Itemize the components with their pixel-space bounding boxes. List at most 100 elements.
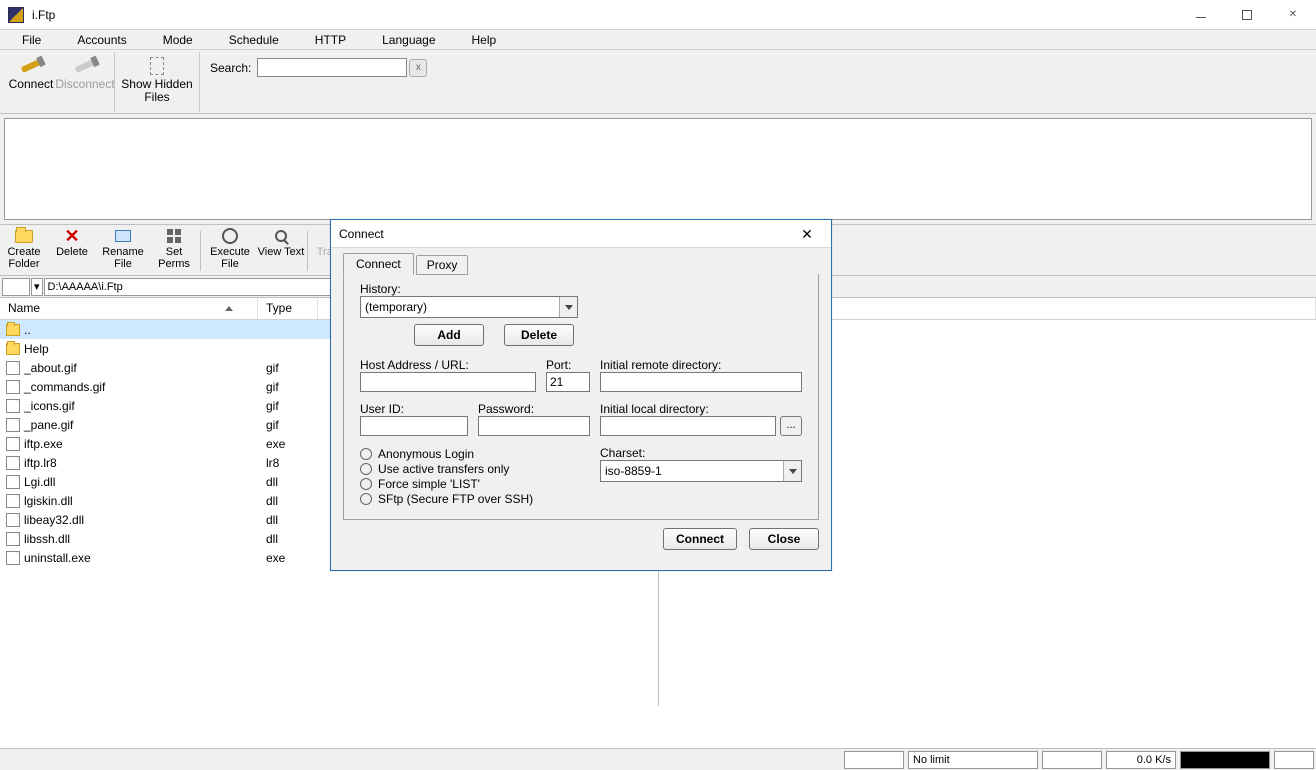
- file-icon: [6, 513, 20, 527]
- log-textarea[interactable]: [4, 118, 1312, 220]
- rename-button[interactable]: Rename File: [96, 227, 150, 275]
- file-icon: [6, 437, 20, 451]
- main-toolbar: Connect Disconnect Show Hidden Files Sea…: [0, 50, 1316, 114]
- search-input[interactable]: [257, 58, 407, 77]
- dialog-title: Connect: [339, 227, 791, 241]
- minimize-button[interactable]: [1178, 0, 1224, 30]
- col-name[interactable]: Name: [0, 298, 258, 319]
- menu-help[interactable]: Help: [454, 31, 515, 49]
- user-label: User ID:: [360, 402, 468, 416]
- password-input[interactable]: [478, 416, 590, 436]
- remote-dir-input[interactable]: [600, 372, 802, 392]
- menu-language[interactable]: Language: [364, 31, 453, 49]
- port-input[interactable]: [546, 372, 590, 392]
- local-dir-input[interactable]: [600, 416, 776, 436]
- status-bar: No limit 0.0 K/s: [0, 748, 1316, 770]
- file-type: dll: [258, 532, 318, 546]
- disconnect-icon: [73, 56, 97, 76]
- window-title: i.Ftp: [32, 8, 1178, 22]
- menu-file[interactable]: File: [4, 31, 59, 49]
- password-label: Password:: [478, 402, 590, 416]
- browse-button[interactable]: ...: [780, 416, 802, 436]
- log-panel: [0, 114, 1316, 224]
- local-dir-label: Initial local directory:: [600, 402, 802, 416]
- set-perms-button[interactable]: Set Perms: [150, 227, 198, 275]
- file-icon: [6, 418, 20, 432]
- file-name: _icons.gif: [24, 399, 75, 413]
- show-hidden-button[interactable]: Show Hidden Files: [117, 52, 197, 108]
- rename-icon: [114, 227, 132, 245]
- perms-icon: [165, 227, 183, 245]
- file-name: _pane.gif: [24, 418, 73, 432]
- sftp-checkbox[interactable]: SFtp (Secure FTP over SSH): [360, 492, 590, 506]
- host-input[interactable]: [360, 372, 536, 392]
- menu-schedule[interactable]: Schedule: [211, 31, 297, 49]
- folder-icon: [6, 343, 20, 355]
- status-cell: [1042, 751, 1102, 769]
- file-type: dll: [258, 475, 318, 489]
- user-input[interactable]: [360, 416, 468, 436]
- file-type: dll: [258, 494, 318, 508]
- file-icon: [6, 361, 20, 375]
- force-list-checkbox[interactable]: Force simple 'LIST': [360, 477, 590, 491]
- charset-select[interactable]: iso-8859-1: [600, 460, 802, 482]
- dialog-titlebar[interactable]: Connect ✕: [331, 220, 831, 248]
- delete-button[interactable]: ✕Delete: [48, 227, 96, 275]
- file-icon: [6, 494, 20, 508]
- dialog-connect-button[interactable]: Connect: [663, 528, 737, 550]
- menu-mode[interactable]: Mode: [145, 31, 211, 49]
- history-select[interactable]: (temporary): [360, 296, 578, 318]
- active-checkbox[interactable]: Use active transfers only: [360, 462, 590, 476]
- window-close-button[interactable]: ✕: [1270, 0, 1316, 30]
- document-icon: [145, 56, 169, 76]
- folder-icon: [15, 227, 33, 245]
- dialog-close-button-2[interactable]: Close: [749, 528, 819, 550]
- connect-button[interactable]: Connect: [4, 52, 58, 108]
- delete-icon: ✕: [63, 227, 81, 245]
- app-icon: [8, 7, 24, 23]
- menubar: File Accounts Mode Schedule HTTP Languag…: [0, 30, 1316, 50]
- dialog-close-button[interactable]: ✕: [791, 222, 823, 246]
- status-limit: No limit: [908, 751, 1038, 769]
- view-text-button[interactable]: View Text: [257, 227, 305, 275]
- remote-dir-label: Initial remote directory:: [600, 358, 802, 372]
- file-name: _about.gif: [24, 361, 77, 375]
- maximize-button[interactable]: [1224, 0, 1270, 30]
- search-clear-button[interactable]: x: [409, 59, 427, 77]
- tab-proxy[interactable]: Proxy: [416, 255, 469, 275]
- file-icon: [6, 475, 20, 489]
- status-cell: [844, 751, 904, 769]
- file-icon: [6, 456, 20, 470]
- charset-label: Charset:: [600, 446, 802, 460]
- path-root[interactable]: [2, 278, 30, 296]
- menu-http[interactable]: HTTP: [297, 31, 364, 49]
- file-type: exe: [258, 551, 318, 565]
- file-icon: [6, 399, 20, 413]
- file-name: _commands.gif: [24, 380, 105, 394]
- execute-icon: [221, 227, 239, 245]
- file-name: iftp.lr8: [24, 456, 57, 470]
- path-dropdown[interactable]: ▾: [31, 278, 43, 296]
- history-add-button[interactable]: Add: [414, 324, 484, 346]
- file-name: libeay32.dll: [24, 513, 84, 527]
- dialog-actions: Connect Close: [331, 520, 831, 558]
- connect-icon: [19, 56, 43, 76]
- file-type: gif: [258, 418, 318, 432]
- file-type: gif: [258, 380, 318, 394]
- tab-connect[interactable]: Connect: [343, 253, 414, 275]
- col-type[interactable]: Type: [258, 298, 318, 319]
- host-label: Host Address / URL:: [360, 358, 536, 372]
- file-type: gif: [258, 361, 318, 375]
- menu-accounts[interactable]: Accounts: [59, 31, 144, 49]
- file-icon: [6, 532, 20, 546]
- execute-button[interactable]: Execute File: [203, 227, 257, 275]
- history-delete-button[interactable]: Delete: [504, 324, 574, 346]
- anon-checkbox[interactable]: Anonymous Login: [360, 447, 590, 461]
- create-folder-button[interactable]: Create Folder: [0, 227, 48, 275]
- file-name: ..: [24, 323, 31, 337]
- separator: [307, 231, 308, 271]
- file-name: libssh.dll: [24, 532, 70, 546]
- history-label: History:: [360, 282, 802, 296]
- file-name: uninstall.exe: [24, 551, 91, 565]
- dialog-tabs: Connect Proxy: [331, 248, 831, 274]
